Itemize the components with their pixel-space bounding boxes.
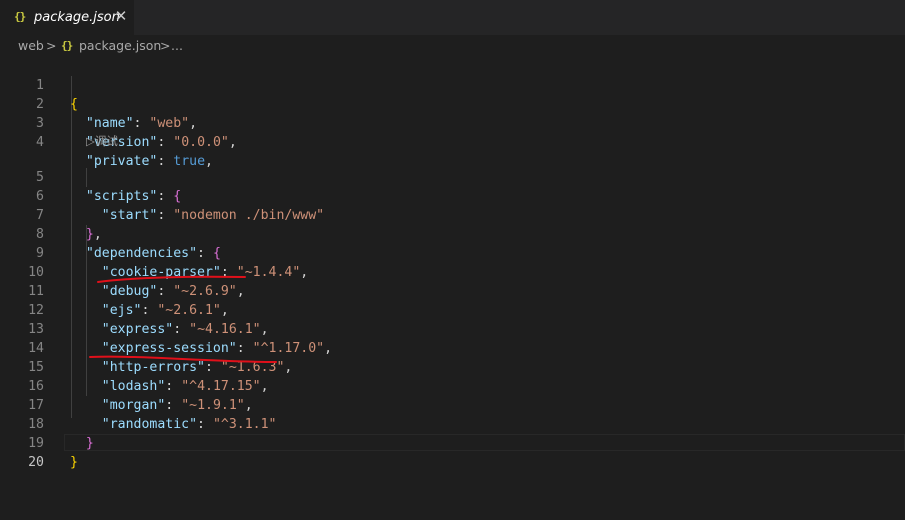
breadcrumb-file[interactable]: package.json	[79, 38, 161, 53]
json-file-icon: {}	[61, 39, 73, 52]
debug-codelens[interactable]: ▷调试	[86, 133, 118, 150]
code-line: 19 }	[0, 415, 905, 470]
code-line: 11 "ejs": "~2.6.1",	[0, 263, 905, 318]
code-line: 13 "express-session": "^1.17.0",	[0, 301, 905, 356]
code-line: 16 "morgan": "~1.9.1",	[0, 358, 905, 413]
breadcrumb: web > {} package.json > ...	[0, 35, 905, 57]
code-editor[interactable]: 1 { 2 "name": "web", 3 "version": "0.0.0…	[0, 57, 905, 520]
code-line: 3 "version": "0.0.0",	[0, 95, 905, 150]
code-line: 14 "http-errors": "~1.6.3",	[0, 320, 905, 375]
tab-package-json[interactable]: {} package.json ✕	[0, 0, 135, 35]
tab-label: package.json	[34, 10, 120, 25]
json-file-icon: {}	[14, 10, 26, 23]
code-line: 1 {	[0, 57, 905, 112]
code-line: 18 }	[0, 396, 905, 451]
code-line: 2 "name": "web",	[0, 76, 905, 131]
tab-bar: {} package.json ✕	[0, 0, 905, 35]
close-icon[interactable]: ✕	[113, 8, 129, 24]
code-line: 12 "express": "~4.16.1",	[0, 282, 905, 337]
breadcrumb-separator: >	[46, 38, 57, 53]
line-number: 20	[28, 455, 44, 470]
code-line: 5 "scripts": {	[0, 149, 905, 204]
code-line: 4 "private": true,	[0, 114, 905, 169]
code-line: 10 "debug": "~2.6.9",	[0, 244, 905, 299]
breadcrumb-separator: >	[160, 38, 171, 53]
code-line: 8 "dependencies": {	[0, 206, 905, 261]
code-line: 15 "lodash": "^4.17.15",	[0, 339, 905, 394]
breadcrumb-folder[interactable]: web	[18, 38, 44, 53]
code-line: 7 },	[0, 187, 905, 242]
code-line: 20	[0, 434, 905, 470]
code-line: 9 "cookie-parser": "~1.4.4",	[0, 225, 905, 280]
breadcrumb-more[interactable]: ...	[171, 38, 183, 53]
code-line: 17 "randomatic": "^3.1.1"	[0, 377, 905, 432]
code-text: }	[70, 455, 78, 470]
code-line: 6 "start": "nodemon ./bin/www"	[0, 168, 905, 223]
